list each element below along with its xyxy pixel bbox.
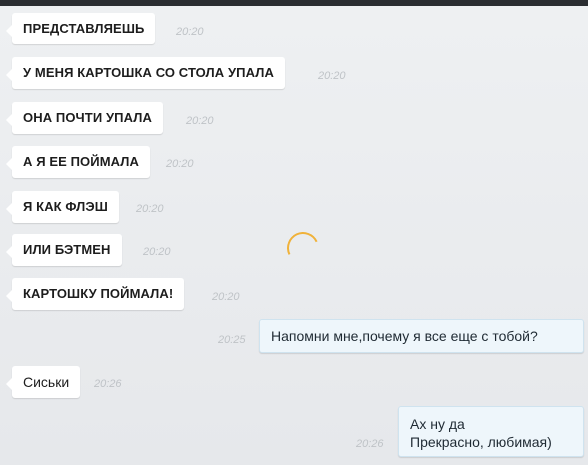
message-bubble-outgoing[interactable]: Напомни мне,почему я все еще с тобой? — [259, 319, 584, 353]
message-time: 20:20 — [318, 70, 346, 82]
message-text: У МЕНЯ КАРТОШКА СО СТОЛА УПАЛА — [23, 65, 274, 80]
message-time: 20:26 — [356, 438, 384, 450]
message-bubble-outgoing[interactable]: Ах ну да Прекрасно, любимая) — [398, 406, 584, 457]
message-text: Напомни мне,почему я все еще с тобой? — [271, 328, 538, 344]
message-bubble-incoming[interactable]: У МЕНЯ КАРТОШКА СО СТОЛА УПАЛА — [6, 57, 285, 89]
message-bubble-incoming[interactable]: Сиськи — [5, 366, 81, 398]
chat-area[interactable]: ПРЕДСТАВЛЯЕШЬ 20:20 У МЕНЯ КАРТОШКА СО С… — [0, 6, 588, 465]
message-time: 20:20 — [212, 291, 240, 303]
message-text-line-2: Прекрасно, любимая) — [410, 434, 552, 450]
message-bubble-incoming[interactable]: ПРЕДСТАВЛЯЕШЬ — [5, 13, 156, 44]
message-text: КАРТОШКУ ПОЙМАЛА! — [23, 286, 174, 301]
message-bubble-incoming[interactable]: КАРТОШКУ ПОЙМАЛА! — [5, 278, 185, 310]
message-text: Сиськи — [23, 374, 70, 390]
message-time: 20:26 — [94, 378, 122, 390]
message-time: 20:20 — [143, 246, 171, 258]
message-bubble-incoming[interactable]: ИЛИ БЭТМЕН — [6, 234, 122, 266]
message-text: ОНА ПОЧТИ УПАЛА — [23, 110, 152, 125]
loading-spinner-icon — [282, 227, 324, 269]
message-time: 20:20 — [166, 158, 194, 170]
message-text: А Я ЕЕ ПОЙМАЛА — [23, 154, 139, 169]
message-time: 20:25 — [218, 334, 246, 346]
message-text: Я КАК ФЛЭШ — [23, 199, 108, 214]
message-text: ИЛИ БЭТМЕН — [23, 242, 111, 257]
message-time: 20:20 — [176, 26, 204, 38]
message-bubble-incoming[interactable]: А Я ЕЕ ПОЙМАЛА — [6, 146, 150, 178]
message-time: 20:20 — [186, 115, 214, 127]
message-text-line-1: Ах ну да — [410, 416, 465, 432]
message-bubble-incoming[interactable]: Я КАК ФЛЭШ — [6, 191, 119, 223]
message-bubble-incoming[interactable]: ОНА ПОЧТИ УПАЛА — [6, 102, 163, 134]
message-text: ПРЕДСТАВЛЯЕШЬ — [23, 21, 145, 36]
message-time: 20:20 — [136, 203, 164, 215]
